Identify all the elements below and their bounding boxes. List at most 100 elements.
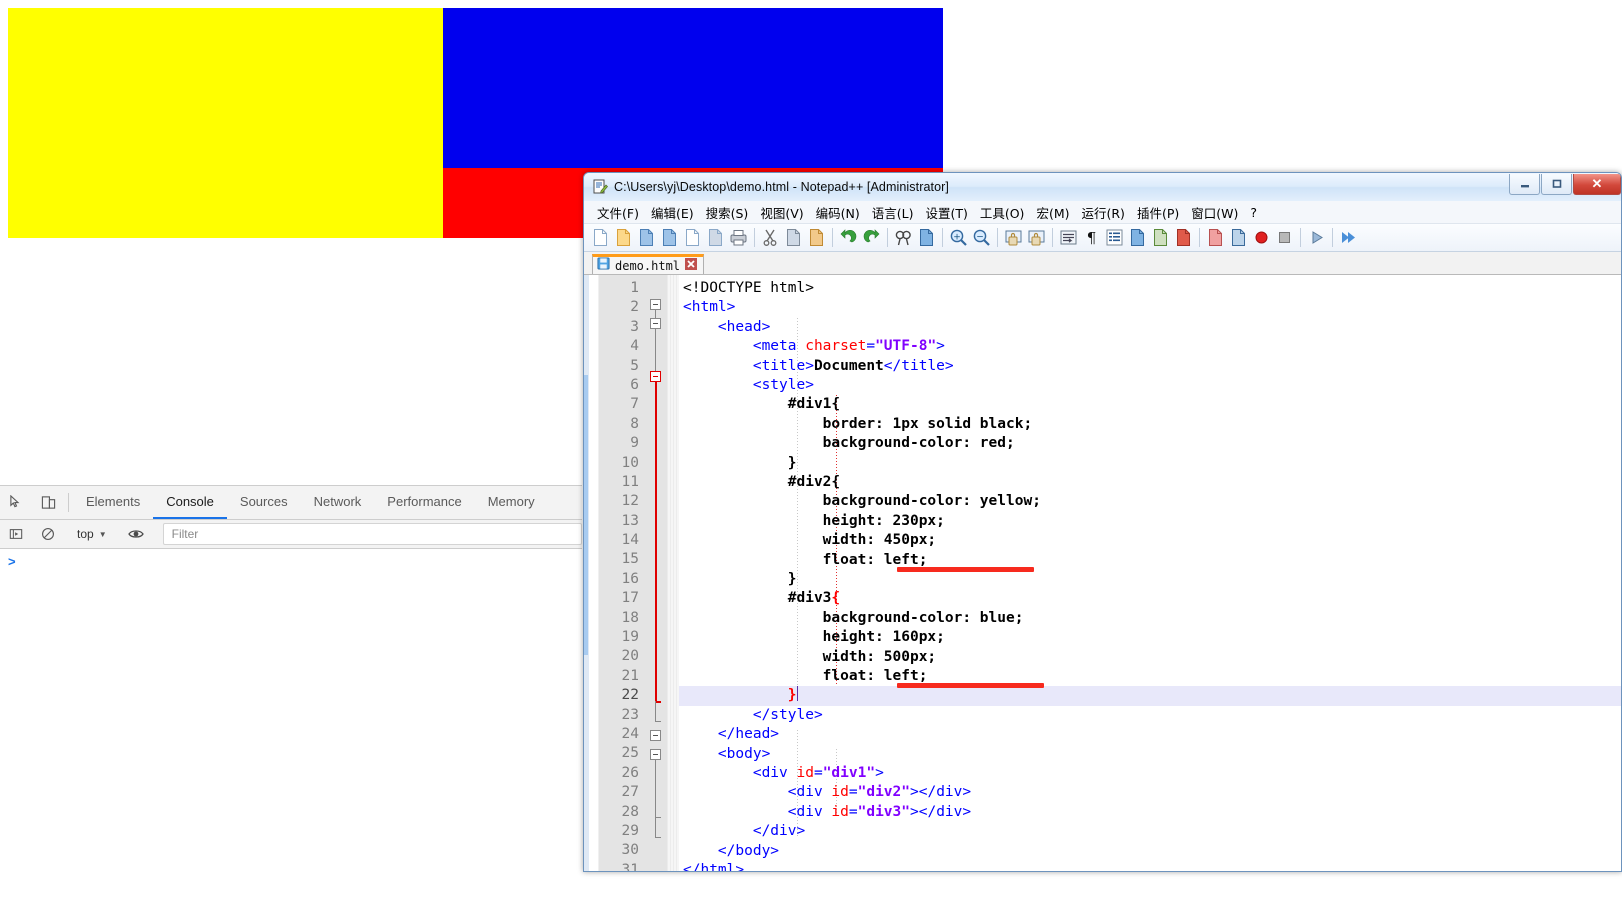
undo-icon[interactable] [838, 227, 859, 248]
menu-item-search[interactable]: 搜索(S) [700, 203, 755, 222]
device-toolbar-icon[interactable] [32, 486, 64, 519]
code-line[interactable]: <!DOCTYPE html> [679, 279, 1621, 298]
paste-icon[interactable] [806, 227, 827, 248]
code-line[interactable]: #div2{ [679, 473, 1621, 492]
clear-console-icon[interactable] [32, 527, 64, 541]
code-line[interactable]: float: left; [679, 551, 1621, 570]
zoom-in-icon[interactable]: + [948, 227, 969, 248]
sync-horizontal-scroll-icon[interactable] [1026, 227, 1047, 248]
tab-console[interactable]: Console [153, 486, 227, 519]
execution-context-selector[interactable]: top ▼ [73, 527, 111, 541]
document-tab-demo-html[interactable]: demo.html [592, 254, 705, 275]
fold-toggle-line-25[interactable] [650, 730, 661, 741]
code-line[interactable]: background-color: blue; [679, 609, 1621, 628]
code-line[interactable]: } [679, 570, 1621, 589]
tab-performance[interactable]: Performance [374, 486, 474, 519]
code-line[interactable]: } [679, 686, 1621, 705]
code-line[interactable]: <title>Document</title> [679, 357, 1621, 376]
new-file-icon[interactable] [590, 227, 611, 248]
code-line[interactable]: <div id="div3"></div> [679, 803, 1621, 822]
code-line[interactable]: border: 1px solid black; [679, 415, 1621, 434]
fold-toggle-line-26[interactable] [650, 749, 661, 760]
monitoring-icon[interactable] [1228, 227, 1249, 248]
code-line[interactable]: </style> [679, 706, 1621, 725]
find-icon[interactable] [893, 227, 914, 248]
function-list-icon[interactable] [1173, 227, 1194, 248]
indent-guideline-icon[interactable] [1104, 227, 1125, 248]
run-macro-multiple-icon[interactable] [1338, 227, 1359, 248]
tab-elements[interactable]: Elements [73, 486, 153, 519]
code-line[interactable]: </body> [679, 842, 1621, 861]
code-line[interactable]: <style> [679, 376, 1621, 395]
code-line[interactable]: #div1{ [679, 395, 1621, 414]
tab-memory[interactable]: Memory [475, 486, 548, 519]
code-line[interactable]: height: 230px; [679, 512, 1621, 531]
record-macro-icon[interactable] [1251, 227, 1272, 248]
console-sidebar-icon[interactable] [0, 527, 32, 541]
code-line[interactable]: } [679, 454, 1621, 473]
close-all-icon[interactable] [705, 227, 726, 248]
code-line[interactable]: #div3{ [679, 589, 1621, 608]
menu-item-macro[interactable]: 宏(M) [1030, 203, 1075, 222]
code-line[interactable]: <head> [679, 318, 1621, 337]
code-line[interactable]: </html> [679, 861, 1621, 871]
menu-item-settings[interactable]: 设置(T) [919, 203, 973, 222]
sync-vertical-scroll-icon[interactable] [1003, 227, 1024, 248]
code-line[interactable]: float: left; [679, 667, 1621, 686]
console-output-area[interactable]: > [0, 549, 582, 907]
code-line[interactable]: <meta charset="UTF-8"> [679, 337, 1621, 356]
code-folding-margin[interactable] [645, 275, 667, 871]
console-filter-input[interactable]: Filter [162, 523, 582, 545]
cut-icon[interactable] [760, 227, 781, 248]
folder-as-workspace-icon[interactable] [1205, 227, 1226, 248]
user-defined-dialog-icon[interactable] [1127, 227, 1148, 248]
stop-recording-icon[interactable] [1274, 227, 1295, 248]
copy-icon[interactable] [783, 227, 804, 248]
zoom-out-icon[interactable]: − [971, 227, 992, 248]
code-line[interactable]: height: 160px; [679, 628, 1621, 647]
menu-item-view[interactable]: 视图(V) [754, 203, 809, 222]
menu-item-edit[interactable]: 编辑(E) [645, 203, 700, 222]
open-file-icon[interactable] [613, 227, 634, 248]
fold-toggle-line-3[interactable] [650, 318, 661, 329]
fold-toggle-line-2[interactable] [650, 299, 661, 310]
menu-item-tools[interactable]: 工具(O) [974, 203, 1031, 222]
maximize-button[interactable] [1541, 174, 1572, 195]
inspect-element-icon[interactable] [0, 486, 32, 519]
show-all-characters-icon[interactable]: ¶ [1081, 227, 1102, 248]
replace-icon[interactable] [916, 227, 937, 248]
menu-item-file[interactable]: 文件(F) [591, 203, 645, 222]
menu-item-plugins[interactable]: 插件(P) [1131, 203, 1185, 222]
menu-item-window[interactable]: 窗口(W) [1185, 203, 1244, 222]
tab-close-icon[interactable] [685, 257, 698, 275]
close-file-icon[interactable] [682, 227, 703, 248]
code-line[interactable]: <body> [679, 745, 1621, 764]
code-line[interactable]: </div> [679, 822, 1621, 841]
code-line[interactable]: <div id="div1"> [679, 764, 1621, 783]
tab-sources[interactable]: Sources [227, 486, 301, 519]
word-wrap-icon[interactable] [1058, 227, 1079, 248]
code-line[interactable]: background-color: yellow; [679, 492, 1621, 511]
code-line[interactable]: <div id="div2"></div> [679, 783, 1621, 802]
notepadpp-titlebar[interactable]: C:\Users\yj\Desktop\demo.html - Notepad+… [584, 173, 1621, 201]
code-line[interactable]: <html> [679, 298, 1621, 317]
menu-item-run[interactable]: 运行(R) [1075, 203, 1130, 222]
redo-icon[interactable] [861, 227, 882, 248]
live-expression-eye-icon[interactable] [120, 526, 152, 542]
code-line[interactable]: width: 450px; [679, 531, 1621, 550]
menu-item-language[interactable]: 语言(L) [866, 203, 920, 222]
menu-item-encoding[interactable]: 编码(N) [810, 203, 866, 222]
menu-item-help[interactable]: ? [1244, 205, 1263, 220]
save-all-icon[interactable] [659, 227, 680, 248]
code-line[interactable]: </head> [679, 725, 1621, 744]
code-line[interactable]: background-color: red; [679, 434, 1621, 453]
close-button[interactable]: ✕ [1573, 174, 1621, 195]
code-text-area[interactable]: <!DOCTYPE html> <html> <head> <meta chars… [679, 275, 1621, 871]
playback-icon[interactable] [1306, 227, 1327, 248]
minimize-button[interactable] [1509, 174, 1540, 195]
code-line[interactable]: width: 500px; [679, 648, 1621, 667]
tab-network[interactable]: Network [301, 486, 375, 519]
fold-toggle-line-6[interactable] [650, 371, 661, 382]
print-icon[interactable] [728, 227, 749, 248]
console-prompt-row[interactable]: > [0, 554, 582, 574]
